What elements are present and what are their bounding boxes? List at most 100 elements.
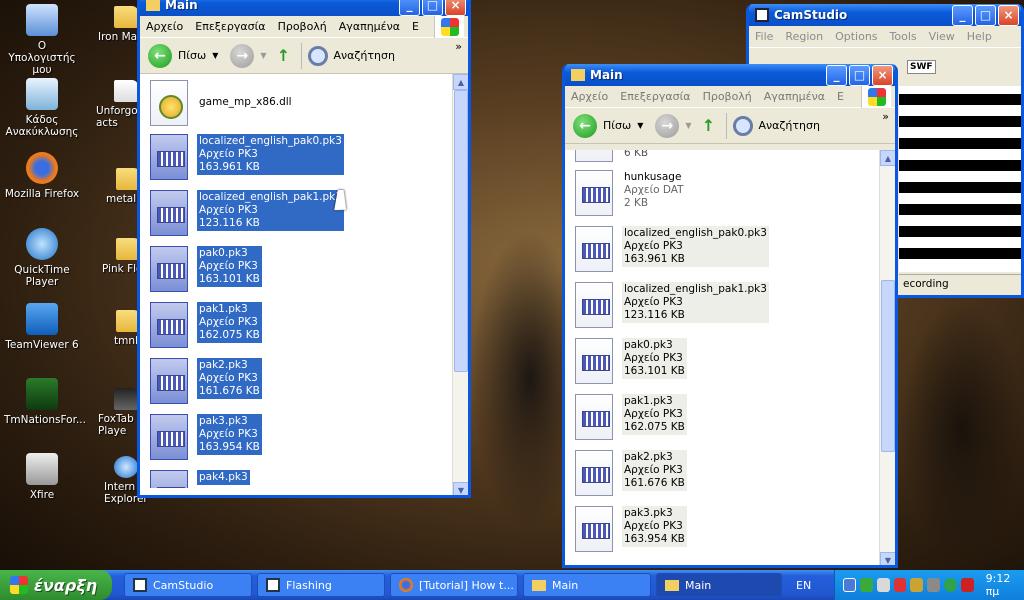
menu-favorites[interactable]: Αγαπημένα: [764, 90, 825, 103]
window-titlebar[interactable]: Main _ □ ×: [565, 64, 895, 86]
back-button-label[interactable]: Πίσω: [603, 119, 631, 132]
menu-view[interactable]: View: [929, 30, 955, 43]
taskbar-button-firefox[interactable]: [Tutorial] How t...: [390, 573, 518, 597]
maximize-button[interactable]: □: [849, 64, 870, 86]
search-icon[interactable]: [307, 45, 328, 66]
menu-overflow[interactable]: Ε: [412, 20, 419, 33]
close-button[interactable]: ×: [872, 64, 893, 86]
forward-arrow-icon[interactable]: →: [230, 43, 255, 68]
swf-button[interactable]: SWF: [907, 60, 936, 74]
minimize-button[interactable]: _: [952, 4, 973, 26]
search-button-label[interactable]: Αναζήτηση: [759, 119, 820, 132]
folder-up-icon[interactable]: ↑: [273, 44, 295, 68]
desktop-icon-my-computer[interactable]: Ο Υπολογιστής μου: [4, 4, 80, 76]
file-item[interactable]: localized_english_pak0.pk3 Αρχείο PK3 16…: [575, 226, 769, 272]
file-item[interactable]: pak2.pk3 Αρχείο PK3 161.676 KB: [575, 450, 687, 496]
file-item[interactable]: localized_english_pak1.pk3 Αρχείο PK3 12…: [575, 282, 769, 328]
file-item[interactable]: hunkusage Αρχείο DAT 2 KB: [575, 170, 686, 216]
file-item-dll[interactable]: game_mp_x86.dll: [150, 80, 294, 126]
search-button-label[interactable]: Αναζήτηση: [334, 49, 395, 62]
desktop-icon-tmnations[interactable]: TmNationsFor...: [4, 378, 86, 426]
taskbar-button-flashing[interactable]: Flashing: [257, 573, 385, 597]
toolbar-chevron-icon[interactable]: »: [882, 110, 889, 123]
file-item[interactable]: pak1.pk3 Αρχείο PK3 162.075 KB: [150, 302, 262, 348]
scroll-down-arrow-icon[interactable]: ▼: [880, 552, 895, 565]
vertical-scrollbar[interactable]: ▲ ▼: [452, 74, 468, 495]
camstudio-titlebar[interactable]: CamStudio _ □ ×: [749, 4, 1021, 26]
desktop-icon-xfire[interactable]: Xfire: [4, 453, 80, 501]
taskbar-button-camstudio[interactable]: CamStudio: [124, 573, 252, 597]
start-button[interactable]: έναρξη: [0, 570, 112, 600]
forward-arrow-icon[interactable]: →: [655, 113, 680, 138]
minimize-button[interactable]: _: [399, 0, 420, 16]
tray-app-icon[interactable]: [859, 578, 873, 592]
toolbar-chevron-icon[interactable]: »: [455, 40, 462, 53]
window-titlebar[interactable]: Main _ □ ×: [140, 0, 468, 16]
scrollbar-thumb[interactable]: [454, 90, 468, 372]
scroll-down-arrow-icon[interactable]: ▼: [453, 482, 468, 495]
close-button[interactable]: ×: [998, 4, 1019, 26]
file-item[interactable]: pak3.pk3 Αρχείο PK3 163.954 KB: [150, 414, 262, 460]
back-dropdown-icon[interactable]: ▼: [637, 121, 643, 130]
file-item[interactable]: pak0.pk3 Αρχείο PK3 163.101 KB: [150, 246, 262, 292]
maximize-button[interactable]: □: [975, 4, 996, 26]
forward-dropdown-icon[interactable]: ▼: [685, 121, 691, 130]
tray-app-icon[interactable]: [910, 578, 924, 592]
volume-icon[interactable]: [876, 578, 890, 592]
desktop-folder-tmnl[interactable]: tmnl: [114, 310, 138, 347]
search-icon[interactable]: [732, 115, 753, 136]
close-button[interactable]: ×: [445, 0, 466, 16]
taskbar-button-main-2[interactable]: Main: [656, 573, 782, 597]
maximize-button[interactable]: □: [422, 0, 443, 16]
menu-edit[interactable]: Επεξεργασία: [620, 90, 690, 103]
shield-icon[interactable]: [960, 578, 974, 592]
tray-app-icon[interactable]: [944, 578, 957, 592]
minimize-button[interactable]: _: [826, 64, 847, 86]
network-icon[interactable]: [843, 578, 856, 592]
security-alert-icon[interactable]: [893, 578, 907, 592]
file-item[interactable]: pak4.pk3: [150, 470, 250, 488]
menu-view[interactable]: Προβολή: [703, 90, 752, 103]
menu-file[interactable]: Αρχείο: [571, 90, 608, 103]
desktop-icon-recycle-bin[interactable]: Κάδος Ανακύκλωσης: [4, 78, 80, 138]
scroll-up-arrow-icon[interactable]: ▲: [453, 74, 468, 90]
desktop-folder-iron[interactable]: Iron Ma: [98, 6, 138, 43]
desktop-icon-firefox[interactable]: Mozilla Firefox: [4, 152, 80, 200]
back-arrow-icon[interactable]: ←: [573, 113, 597, 138]
desktop-icon-teamviewer[interactable]: TeamViewer 6: [4, 303, 80, 351]
scrollbar-thumb[interactable]: [881, 280, 895, 452]
desktop-folder-pinkfloyd[interactable]: Pink Flo: [102, 238, 138, 275]
menu-favorites[interactable]: Αγαπημένα: [339, 20, 400, 33]
clock[interactable]: 9:12 πμ: [986, 572, 1024, 598]
menu-edit[interactable]: Επεξεργασία: [195, 20, 265, 33]
file-item[interactable]: pak3.pk3 Αρχείο PK3 163.954 KB: [575, 506, 687, 552]
forward-dropdown-icon[interactable]: ▼: [260, 51, 266, 60]
desktop-icon-quicktime[interactable]: QuickTime Player: [4, 228, 80, 288]
menu-view[interactable]: Προβολή: [278, 20, 327, 33]
menu-overflow[interactable]: Ε: [837, 90, 844, 103]
tray-app-icon[interactable]: [927, 578, 941, 592]
file-item[interactable]: localized_english_pak0.pk3 Αρχείο PK3 16…: [150, 134, 344, 180]
vertical-scrollbar[interactable]: ▲ ▼: [879, 150, 895, 565]
menu-help[interactable]: Help: [967, 30, 992, 43]
menu-tools[interactable]: Tools: [890, 30, 917, 43]
back-dropdown-icon[interactable]: ▼: [212, 51, 218, 60]
taskbar-button-main-1[interactable]: Main: [523, 573, 651, 597]
language-indicator[interactable]: EN: [796, 579, 811, 592]
file-item[interactable]: pak0.pk3 Αρχείο PK3 163.101 KB: [575, 338, 687, 384]
folder-up-icon[interactable]: ↑: [698, 114, 720, 138]
back-button-label[interactable]: Πίσω: [178, 49, 206, 62]
desktop-icon-foxtab[interactable]: FoxTab Playe: [98, 388, 138, 437]
menu-file[interactable]: Αρχείο: [146, 20, 183, 33]
file-item-partial[interactable]: 6 KB: [575, 150, 650, 162]
desktop-file-unforgotten[interactable]: Unforgo acts: [96, 80, 138, 129]
file-item[interactable]: pak2.pk3 Αρχείο PK3 161.676 KB: [150, 358, 262, 404]
back-arrow-icon[interactable]: ←: [148, 43, 172, 68]
file-item[interactable]: localized_english_pak1.pk3 Αρχείο PK3 12…: [150, 190, 344, 236]
menu-file[interactable]: File: [755, 30, 773, 43]
desktop-folder-metall[interactable]: metall: [106, 168, 138, 205]
menu-options[interactable]: Options: [835, 30, 877, 43]
scroll-up-arrow-icon[interactable]: ▲: [880, 150, 895, 166]
menu-region[interactable]: Region: [785, 30, 823, 43]
file-item[interactable]: pak1.pk3 Αρχείο PK3 162.075 KB: [575, 394, 687, 440]
